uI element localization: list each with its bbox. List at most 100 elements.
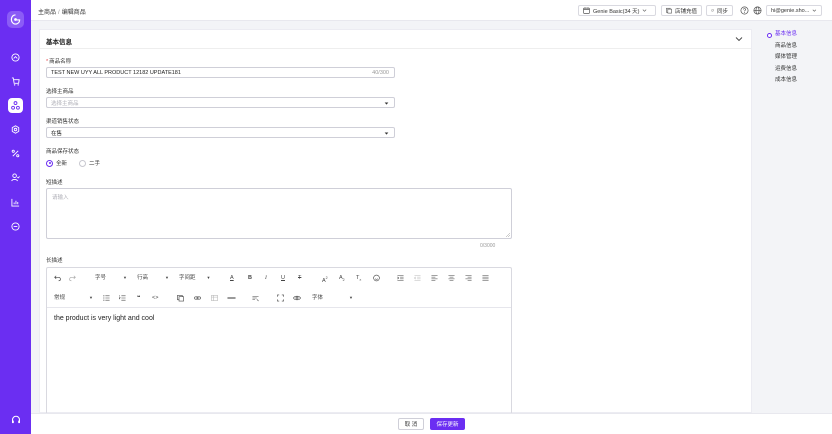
card-header[interactable]: 基本信息 (40, 30, 751, 49)
font-family-dropdown[interactable]: 字体 ▼ (312, 294, 353, 302)
section-anchor-nav: 基本信息 商品信息 媒体管理 运费信息 成本信息 (766, 29, 824, 87)
sync-label: 同步 (716, 8, 728, 15)
anchor-basic-info[interactable]: 基本信息 (766, 29, 824, 41)
collapse-chevron-icon[interactable] (735, 35, 743, 43)
numbered-list-icon[interactable] (119, 294, 126, 302)
product-name-label: *商品名称 (46, 57, 71, 65)
genie-logo-icon[interactable] (7, 11, 24, 28)
radio-unchecked[interactable] (79, 159, 87, 167)
clear-format-icon[interactable]: T× (356, 274, 361, 282)
more-icon (11, 222, 20, 231)
help-icon[interactable] (740, 6, 749, 15)
condition-label: 商品保存状态 (46, 149, 80, 155)
nav-orders[interactable] (8, 74, 23, 89)
short-desc-count: 0/3000 (480, 243, 496, 249)
product-name-label-text: 商品名称 (49, 59, 72, 65)
cart-icon (11, 77, 20, 86)
nav-products[interactable] (8, 98, 23, 113)
letter-spacing-label: 字间距 (179, 275, 196, 281)
caret-down-icon (384, 102, 389, 105)
nav-customers[interactable] (8, 170, 23, 185)
channel-status-select[interactable]: 在售 (46, 127, 395, 138)
align-right-icon[interactable] (465, 274, 472, 282)
settings-icon (11, 125, 20, 134)
preview-eye-icon[interactable] (293, 294, 301, 302)
strikethrough-icon[interactable]: T (298, 274, 301, 282)
language-globe-icon[interactable] (753, 6, 762, 15)
redo-icon[interactable] (69, 274, 76, 282)
undo-icon[interactable] (54, 274, 61, 282)
italic-icon[interactable]: I (265, 274, 267, 282)
align-justify-icon[interactable] (482, 274, 489, 282)
nav-support[interactable] (8, 412, 23, 427)
editor-content[interactable]: the product is very light and cool (54, 315, 154, 322)
indent-icon[interactable] (397, 274, 404, 282)
caret-down-icon: ▼ (89, 295, 93, 300)
channel-status-value: 在售 (51, 130, 63, 137)
format-painter-icon[interactable] (252, 294, 259, 302)
table-icon[interactable] (211, 294, 218, 302)
breadcrumb-current: 编辑商品 (61, 10, 86, 16)
users-icon (11, 173, 20, 182)
condition-option-new[interactable]: 全新 (46, 159, 67, 167)
align-left-icon[interactable] (431, 274, 438, 282)
fullscreen-icon[interactable] (277, 294, 284, 302)
breadcrumb-parent[interactable]: 主商品 (38, 10, 56, 16)
nav-settings[interactable] (8, 122, 23, 137)
chevron-down-icon (812, 9, 817, 12)
outdent-icon[interactable] (414, 274, 421, 282)
main-product-placeholder: 选择主商品 (51, 100, 79, 107)
caret-down-icon: ▼ (123, 275, 127, 280)
underline-icon[interactable]: U (281, 274, 285, 282)
product-name-count: 40/300 (372, 69, 389, 76)
product-name-value: TEST NEW UYY ALL PRODUCT 12182 UPDATE181 (51, 69, 181, 76)
anchor-media[interactable]: 媒体管理 (766, 52, 824, 64)
line-height-label: 行高 (137, 275, 149, 281)
long-desc-label: 长描述 (46, 258, 63, 264)
save-update-button[interactable]: 保存更新 (430, 418, 465, 430)
sync-icon (711, 9, 714, 12)
image-icon[interactable] (177, 294, 184, 302)
resize-handle-icon[interactable] (506, 233, 510, 237)
align-center-icon[interactable] (448, 274, 455, 282)
emoji-icon[interactable] (373, 274, 380, 282)
headset-icon (11, 415, 20, 423)
condition-option-used[interactable]: 二手 (79, 159, 100, 167)
bold-icon[interactable]: B (248, 274, 252, 282)
dashboard-icon (11, 53, 20, 62)
product-icon (11, 101, 20, 110)
recharge-button[interactable]: 店铺充值 (661, 5, 702, 16)
footer-bar: 取 消 保存更新 (31, 413, 832, 434)
line-height-dropdown[interactable]: 行高 ▼ (137, 274, 169, 282)
horizontal-rule-icon[interactable] (227, 294, 236, 302)
cancel-button[interactable]: 取 消 (398, 418, 424, 430)
nav-more[interactable] (8, 219, 23, 234)
link-icon[interactable] (194, 294, 201, 302)
font-color-icon[interactable]: A (230, 274, 234, 282)
caret-down-icon: ▼ (206, 275, 211, 280)
nav-dashboard[interactable] (8, 50, 23, 65)
letter-spacing-dropdown[interactable]: 字间距 ▼ (179, 274, 210, 282)
main-product-select[interactable]: 选择主商品 (46, 97, 395, 108)
caret-down-icon: ▼ (165, 275, 169, 280)
product-name-input[interactable]: TEST NEW UYY ALL PRODUCT 12182 UPDATE181… (46, 67, 395, 78)
subscript-icon[interactable]: A2 (339, 274, 345, 282)
plan-selector[interactable]: Genie Basic(34 天) (578, 5, 656, 16)
anchor-shipping[interactable]: 运费信息 (766, 64, 824, 76)
nav-promotions[interactable] (8, 146, 23, 161)
sync-button[interactable]: 同步 (706, 5, 733, 16)
condition-option-used-label: 二手 (89, 161, 101, 167)
bullet-list-icon[interactable] (103, 294, 110, 302)
radio-checked[interactable] (46, 159, 53, 167)
blockquote-icon[interactable]: ❝ (137, 294, 140, 302)
paragraph-style-dropdown[interactable]: 常规 ▼ (54, 294, 93, 302)
anchor-cost[interactable]: 成本信息 (766, 75, 824, 87)
account-menu[interactable]: hi@genie.sho... (766, 5, 822, 16)
code-icon[interactable]: <> (152, 294, 158, 302)
channel-status-label: 渠道销售状态 (46, 119, 80, 125)
short-desc-textarea[interactable]: 请输入 (46, 188, 512, 239)
font-size-dropdown[interactable]: 字号 ▼ (95, 274, 127, 282)
anchor-product-info[interactable]: 商品信息 (766, 41, 824, 53)
superscript-icon[interactable]: A2 (322, 274, 328, 284)
nav-reports[interactable] (8, 195, 23, 210)
